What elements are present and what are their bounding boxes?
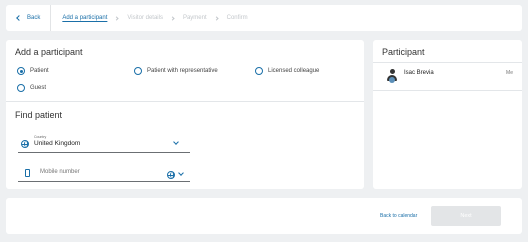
phone-icon xyxy=(25,169,30,177)
chevron-right-icon xyxy=(170,15,175,21)
radio-patient[interactable]: Patient xyxy=(17,67,49,75)
section-divider xyxy=(6,101,364,102)
chevron-down-icon xyxy=(173,139,179,145)
chevron-right-icon xyxy=(114,15,119,21)
mobile-number-input[interactable]: Mobile number xyxy=(40,169,80,175)
participant-title: Participant xyxy=(382,47,425,57)
radio-patient-with-representative[interactable]: Patient with representative xyxy=(134,67,218,75)
top-nav: Back Add a participant Visitor details P… xyxy=(6,5,522,31)
chevron-down-icon[interactable] xyxy=(178,170,184,176)
globe-icon[interactable] xyxy=(167,171,175,179)
section-divider xyxy=(373,90,522,91)
country-select[interactable]: Country United Kingdom xyxy=(18,135,190,153)
radio-licensed-colleague[interactable]: Licensed colleague xyxy=(255,67,319,75)
step-confirm: Confirm xyxy=(226,15,248,21)
radio-label: Licensed colleague xyxy=(268,68,320,74)
participant-name: Isac Brevia xyxy=(404,70,434,76)
footer-bar: Back to calendar Next xyxy=(6,198,522,234)
chevron-right-icon xyxy=(214,15,219,21)
country-value: United Kingdom xyxy=(34,140,81,147)
back-to-calendar-link[interactable]: Back to calendar xyxy=(380,213,417,219)
person-avatar-icon xyxy=(387,69,397,83)
radio-selected-icon xyxy=(17,67,25,75)
participant-panel: Participant Isac Brevia Me xyxy=(373,40,522,189)
next-button[interactable]: Next xyxy=(431,206,501,226)
participant-form-panel: Add a participant Patient Patient with r… xyxy=(6,40,364,189)
radio-unselected-icon xyxy=(255,67,263,75)
step-breadcrumb: Add a participant Visitor details Paymen… xyxy=(51,15,247,21)
country-label: Country xyxy=(34,135,47,139)
radio-label: Patient with representative xyxy=(147,68,218,74)
chevron-left-icon xyxy=(16,15,22,21)
radio-label: Patient xyxy=(30,68,49,74)
add-participant-title: Add a participant xyxy=(15,47,83,57)
find-patient-title: Find patient xyxy=(15,110,63,120)
participant-tag: Me xyxy=(506,70,513,76)
radio-unselected-icon xyxy=(17,84,25,92)
section-divider xyxy=(373,62,522,63)
globe-icon xyxy=(21,140,29,148)
step-payment: Payment xyxy=(182,15,207,21)
step-visitor-details: Visitor details xyxy=(127,15,163,21)
back-button[interactable]: Back xyxy=(6,5,52,31)
radio-guest[interactable]: Guest xyxy=(17,84,46,92)
radio-label: Guest xyxy=(30,85,47,91)
mobile-number-field[interactable]: Mobile number xyxy=(18,167,190,182)
back-label: Back xyxy=(27,15,41,21)
step-add-participant[interactable]: Add a participant xyxy=(62,15,107,21)
radio-unselected-icon xyxy=(134,67,142,75)
